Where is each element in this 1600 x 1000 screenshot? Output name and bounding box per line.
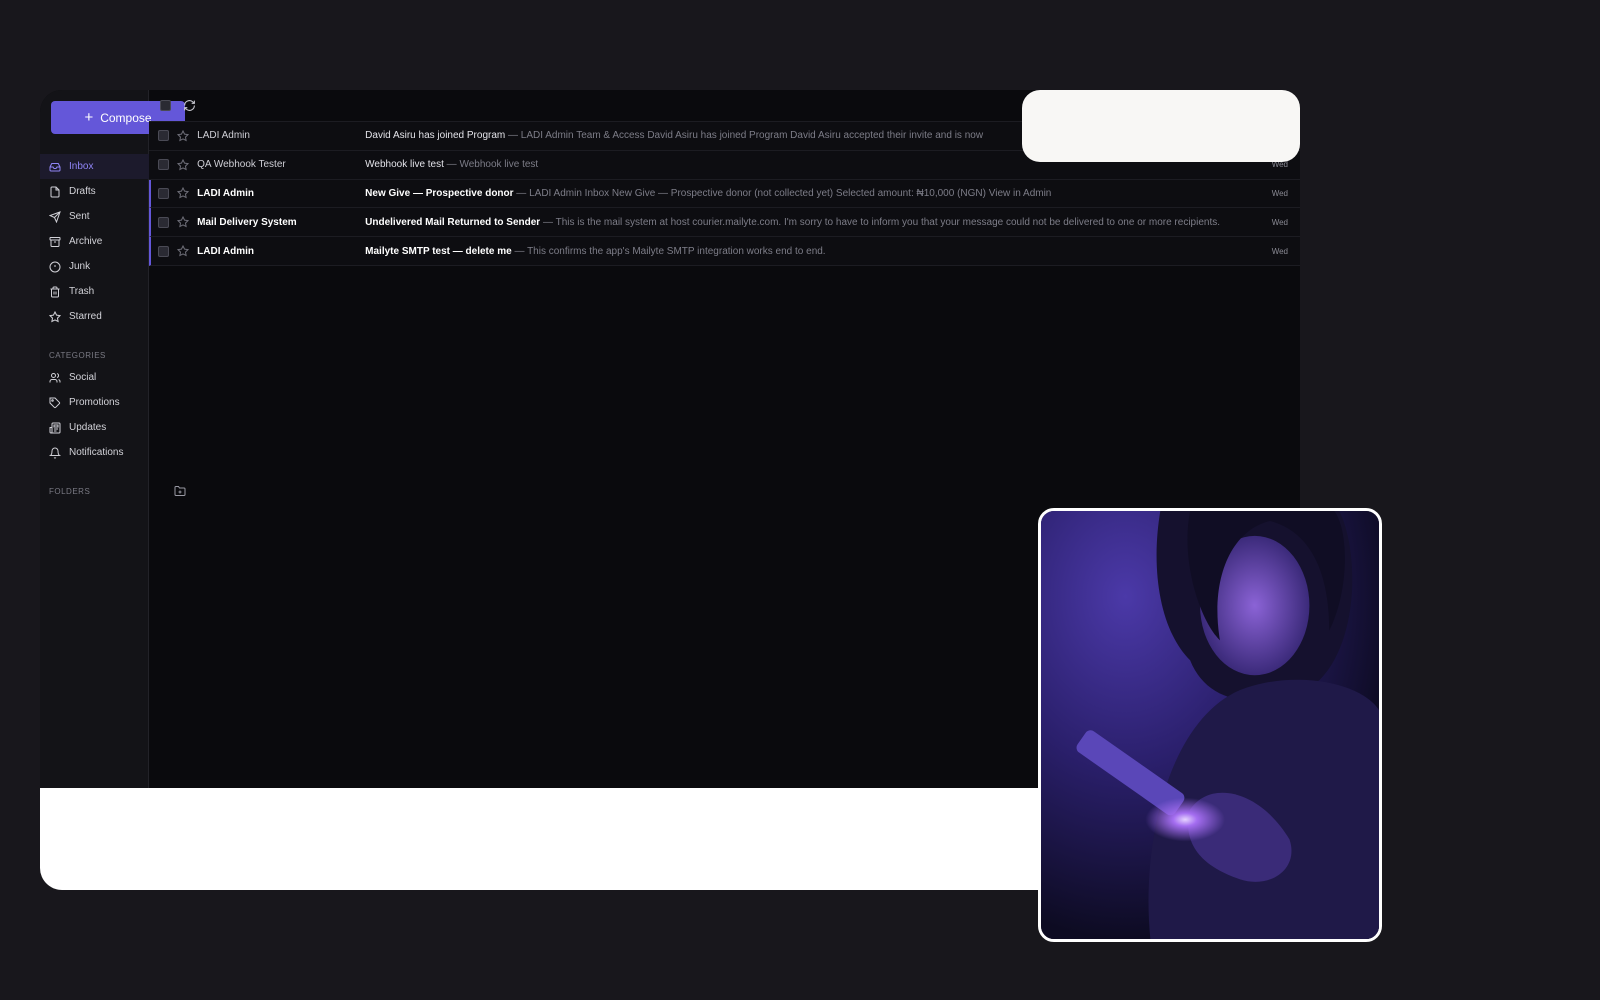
row-checkbox[interactable] [158, 130, 170, 142]
message-snippet: — LADI Admin Team & Access David Asiru h… [505, 130, 984, 142]
sidebar-item-label: Drafts [69, 186, 96, 197]
inbox-icon [49, 162, 61, 171]
sidebar-item-label: Updates [69, 422, 107, 433]
message-date: Wed [1271, 246, 1288, 256]
select-all-checkbox[interactable] [160, 100, 172, 111]
sidebar-item-label: Notifications [69, 447, 124, 458]
sidebar: + Compose Inbox 5 Drafts Sent Archive [40, 90, 196, 790]
star-icon[interactable] [177, 187, 190, 199]
overlay-card [1022, 90, 1300, 162]
sidebar-item-label: Trash [69, 286, 95, 297]
message-date: Wed [1271, 188, 1288, 198]
message-snippet: — This confirms the app's Mailyte SMTP i… [511, 245, 826, 257]
message-row[interactable]: Mail Delivery System Undelivered Mail Re… [149, 208, 1300, 238]
tag-icon [49, 397, 61, 408]
row-checkbox[interactable] [158, 187, 170, 199]
sidebar-item-label: Sent [69, 211, 90, 222]
star-icon[interactable] [177, 245, 190, 257]
message-sender: LADI Admin [197, 130, 250, 142]
newspaper-icon [49, 422, 61, 433]
message-sender: LADI Admin [197, 187, 255, 199]
sidebar-item-label: Junk [69, 261, 91, 272]
alert-circle-icon [49, 261, 61, 272]
row-checkbox[interactable] [158, 159, 170, 171]
row-checkbox[interactable] [158, 245, 170, 257]
message-subject: Webhook live test [365, 159, 444, 171]
star-icon [49, 310, 61, 322]
bottom-panel [40, 788, 1070, 890]
message-snippet: — Webhook live test [443, 159, 539, 171]
archive-icon [49, 236, 61, 247]
compose-label: Compose [100, 110, 152, 125]
sidebar-item-label: Social [69, 372, 97, 383]
photo-illustration [1041, 511, 1379, 939]
star-icon[interactable] [177, 129, 190, 142]
sidebar-item-label: Inbox [69, 161, 94, 172]
message-snippet: — LADI Admin Inbox New Give — Prospectiv… [513, 187, 1052, 199]
folders-label: FOLDERS [49, 486, 91, 496]
message-subject: Undelivered Mail Returned to Sender [365, 216, 541, 228]
message-subject: Mailyte SMTP test — delete me [365, 245, 512, 257]
plus-icon: + [84, 109, 94, 126]
file-icon [50, 186, 60, 197]
message-snippet: — This is the mail system at host courie… [540, 216, 1220, 228]
row-checkbox[interactable] [158, 216, 170, 228]
send-icon [49, 210, 61, 223]
message-sender: LADI Admin [197, 245, 255, 257]
message-subject: David Asiru has joined Program [365, 130, 506, 142]
message-content: New Give — Prospective donor — LADI Admi… [365, 188, 1260, 199]
star-icon[interactable] [177, 158, 190, 171]
refresh-icon[interactable] [183, 99, 196, 112]
sidebar-item-label: Starred [69, 311, 102, 322]
person-with-phone-photo [1038, 508, 1382, 942]
sidebar-item-label: Archive [69, 236, 103, 247]
star-icon[interactable] [177, 216, 190, 228]
message-date: Wed [1271, 217, 1288, 227]
trash-icon [50, 286, 60, 297]
message-content: Mailyte SMTP test — delete me — This con… [365, 246, 1260, 257]
message-subject: New Give — Prospective donor [365, 187, 514, 199]
message-content: Undelivered Mail Returned to Sender — Th… [365, 217, 1260, 228]
message-sender: Mail Delivery System [197, 216, 297, 228]
message-row[interactable]: LADI Admin Mailyte SMTP test — delete me… [149, 237, 1300, 266]
sidebar-item-label: Promotions [69, 397, 120, 408]
message-row[interactable]: LADI Admin New Give — Prospective donor … [149, 179, 1300, 209]
message-sender: QA Webhook Tester [197, 159, 286, 171]
bell-icon [49, 447, 61, 459]
users-icon [49, 372, 61, 382]
